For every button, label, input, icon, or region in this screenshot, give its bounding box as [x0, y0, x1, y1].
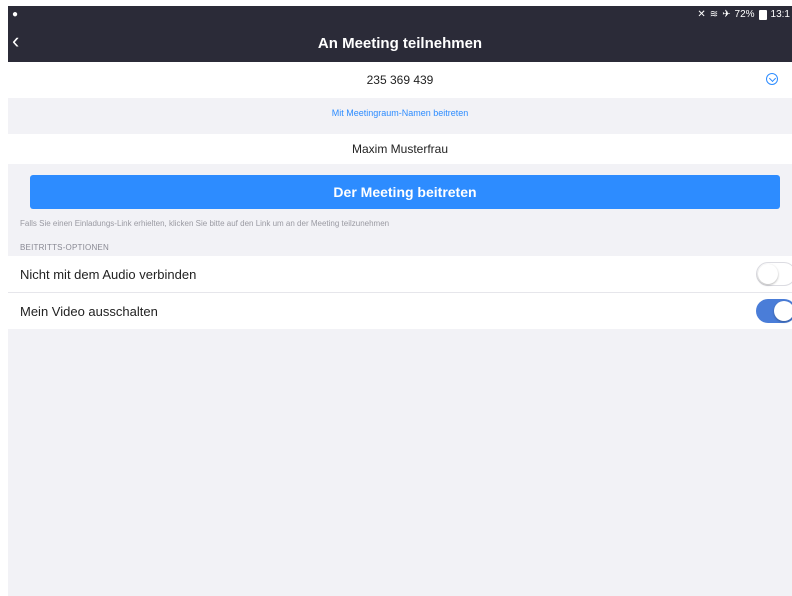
status-right: ✕ ≋ ✈ 72% 13:1	[697, 9, 790, 20]
no-audio-toggle[interactable]	[756, 262, 792, 286]
battery-percent: 72%	[734, 9, 755, 20]
video-off-toggle[interactable]	[756, 299, 792, 323]
option-no-audio: Nicht mit dem Audio verbinden	[8, 256, 792, 293]
meeting-id-field[interactable]: 235 369 439	[8, 62, 792, 98]
join-with-room-name-link[interactable]: Mit Meetingraum-Namen beitreten	[8, 98, 792, 128]
toggle-knob	[758, 264, 778, 284]
app-indicator-icon: ●	[12, 9, 19, 20]
join-options-header: BEITRITTS-OPTIONEN	[20, 243, 109, 252]
option-video-off-label: Mein Video ausschalten	[20, 304, 158, 319]
app-screen: ● ✕ ≋ ✈ 72% 13:1 ‹ An Meeting teilnehmen…	[8, 6, 792, 596]
navigation-bar: ‹ An Meeting teilnehmen	[8, 24, 792, 62]
airplane-icon: ✈	[722, 9, 731, 20]
display-name-value: Maxim Musterfrau	[351, 142, 449, 156]
status-time: 13:1	[770, 9, 790, 20]
meeting-id-value: 235 369 439	[366, 73, 434, 87]
battery-icon	[758, 9, 767, 20]
join-meeting-button[interactable]: Der Meeting beitreten	[30, 175, 780, 209]
display-name-field[interactable]: Maxim Musterfrau	[8, 134, 792, 164]
option-video-off: Mein Video ausschalten	[8, 293, 792, 329]
mute-icon: ✕	[697, 9, 706, 20]
toggle-knob	[774, 301, 792, 321]
option-no-audio-label: Nicht mit dem Audio verbinden	[20, 267, 197, 282]
wifi-icon: ≋	[709, 9, 719, 20]
invite-link-hint: Falls Sie einen Einladungs-Link erhielte…	[20, 219, 390, 228]
status-bar: ● ✕ ≋ ✈ 72% 13:1	[8, 6, 792, 24]
chevron-down-circle-icon[interactable]	[766, 73, 778, 85]
page-title: An Meeting teilnehmen	[317, 35, 483, 52]
